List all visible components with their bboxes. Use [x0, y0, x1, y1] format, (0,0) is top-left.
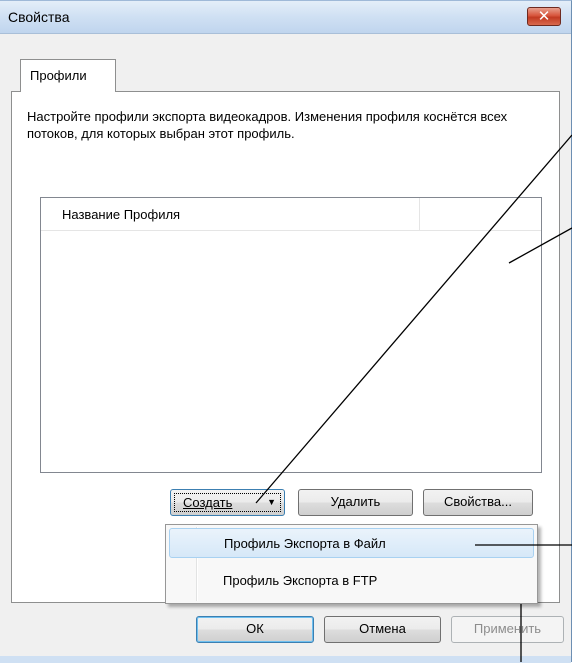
create-button-label: Создать — [183, 495, 233, 510]
tab-profiles[interactable]: Профили — [20, 59, 116, 92]
ok-button[interactable]: ОК — [196, 616, 314, 643]
tab-label: Профили — [30, 68, 87, 83]
create-menu: Профиль Экспорта в Файл Профиль Экспорта… — [165, 524, 538, 604]
profiles-list[interactable]: Название Профиля — [40, 197, 542, 473]
properties-dialog: Свойства ✕ Профили Настройте профили экс… — [0, 0, 572, 663]
menu-item-label: Профиль Экспорта в FTP — [223, 573, 378, 588]
properties-button[interactable]: Свойства... — [423, 489, 533, 516]
close-button[interactable]: ✕ — [527, 7, 561, 26]
description-text: Настройте профили экспорта видеокадров. … — [27, 109, 508, 141]
dropdown-arrow-icon: ▼ — [267, 497, 276, 507]
column-header-label: Название Профиля — [62, 207, 181, 222]
menu-item-export-file[interactable]: Профиль Экспорта в Файл — [169, 528, 534, 558]
title-bar: Свойства ✕ — [0, 1, 571, 34]
menu-item-export-ftp[interactable]: Профиль Экспорта в FTP — [169, 566, 534, 596]
create-button[interactable]: Создать ▼ — [170, 489, 285, 516]
cancel-button[interactable]: Отмена — [324, 616, 441, 643]
delete-button[interactable]: Удалить — [298, 489, 413, 516]
window-title: Свойства — [8, 9, 70, 25]
apply-button[interactable]: Применить — [451, 616, 564, 643]
column-header-profile-name[interactable]: Название Профиля — [41, 198, 420, 230]
close-icon: ✕ — [537, 7, 551, 25]
menu-item-label: Профиль Экспорта в Файл — [224, 536, 386, 551]
list-header: Название Профиля — [41, 198, 541, 231]
